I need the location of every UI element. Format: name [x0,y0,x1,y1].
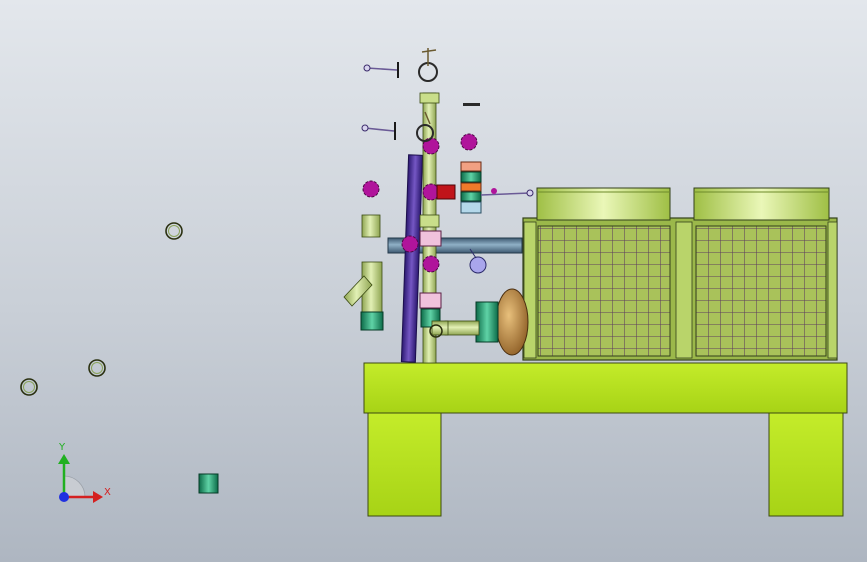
loose-ring-3-inner [23,381,35,393]
loose-ring-2-inner [91,362,103,374]
loose-ring-1-inner [168,225,180,237]
red-valve[interactable] [436,184,456,200]
flange-6[interactable] [422,255,440,273]
sensor-rod [480,192,531,196]
sensor-knob[interactable] [491,188,497,194]
cad-viewport[interactable]: X Y [0,0,867,562]
loose-fitting-small[interactable] [361,214,381,238]
triad-x-arrow [93,491,103,503]
coil-panel-left[interactable] [537,225,671,357]
triad-y-label: Y [59,442,66,453]
flange-2[interactable] [460,133,478,151]
thermo-knob-2[interactable] [361,124,369,132]
elbow-to-pump[interactable] [431,320,449,336]
orange-stack-band[interactable] [460,182,482,192]
riser-collar-1[interactable] [419,92,440,104]
flange-3[interactable] [362,180,380,198]
coordinate-triad [58,454,103,503]
thermo-knob-1[interactable] [363,64,371,72]
pump-volute[interactable] [495,288,529,356]
orange-stack-top[interactable] [460,161,482,172]
pink-valve-lower[interactable] [419,292,442,309]
teal-stack-mid[interactable] [460,171,482,183]
pump-inlet-pipe[interactable] [444,320,480,336]
base-frame[interactable] [363,362,848,517]
fan-hood-right[interactable] [693,187,830,221]
pump-assembly[interactable] [444,288,529,356]
triad-y-arrow [58,454,70,464]
green-riser[interactable] [419,92,449,364]
riser-collar-2[interactable] [419,214,440,228]
frame-left-leg[interactable] [367,412,442,517]
gauge-tick-top [421,49,437,53]
frame-top-beam[interactable] [363,362,848,414]
loose-teal-coupling[interactable] [198,473,219,494]
y-strainer[interactable] [343,214,384,331]
fan-hood-left[interactable] [536,187,671,221]
mini-label-dash [463,103,480,106]
sensor-tip[interactable] [526,189,534,197]
coil-panel-right[interactable] [695,225,827,357]
thermo-rod-1 [366,67,398,71]
gauge-blue[interactable] [469,256,487,274]
flange-5[interactable] [401,235,419,253]
strainer-teal-collar[interactable] [360,311,384,331]
coil-post-right [827,221,838,359]
triad-z-axis [59,492,69,502]
frame-right-leg[interactable] [768,412,844,517]
purple-riser-pipe[interactable] [400,154,424,363]
condenser-unit[interactable] [522,187,838,361]
triad-x-label: X [104,487,111,498]
teal-stack-bottom[interactable] [460,191,482,202]
thermo-rod-2 [364,127,395,132]
upper-fittings[interactable] [436,103,534,214]
lightblue-stack-base[interactable] [460,201,482,214]
model-canvas[interactable] [0,0,867,562]
loose-parts[interactable] [20,222,219,494]
pink-valve-upper[interactable] [419,230,442,247]
coil-post-mid [675,221,693,359]
